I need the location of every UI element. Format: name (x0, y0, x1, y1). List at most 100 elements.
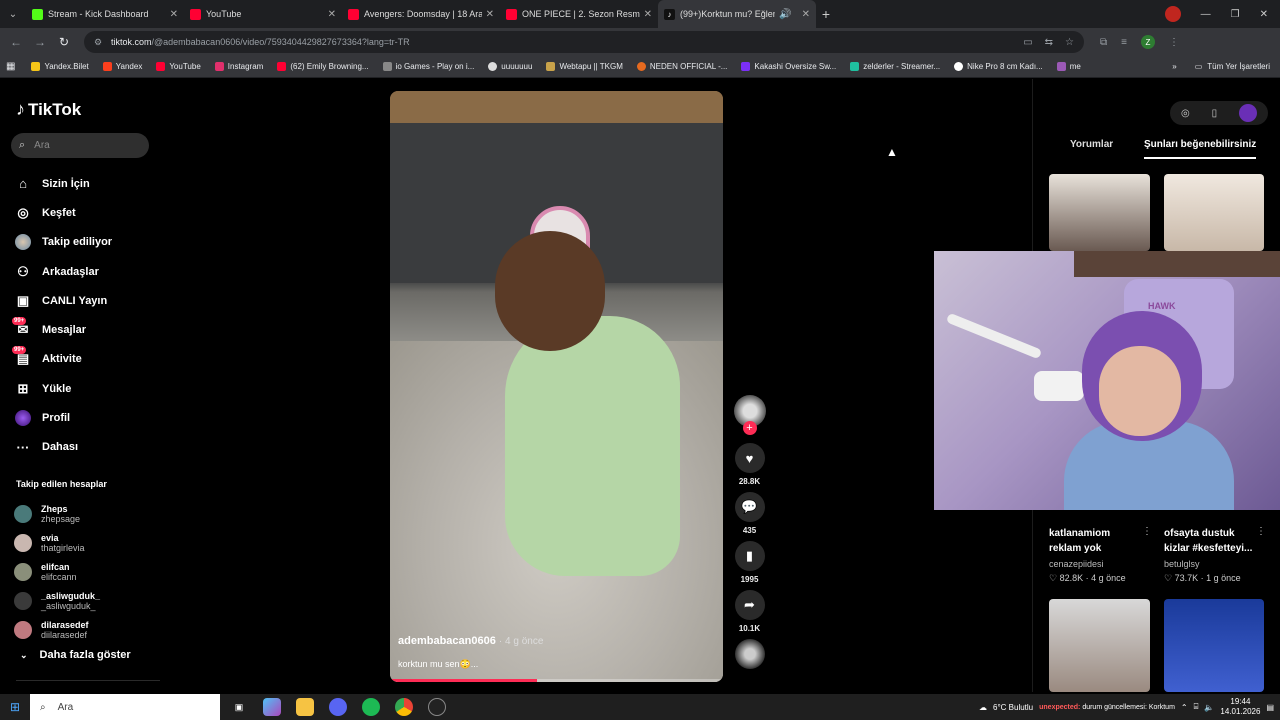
taskbar-clock[interactable]: 19:44 14.01.2026 (1220, 697, 1260, 717)
bookmark-me[interactable]: me (1056, 62, 1081, 71)
suggested-video-user[interactable]: betulglsy (1164, 559, 1200, 569)
weather-text[interactable]: 6°C Bulutlu (993, 703, 1033, 712)
compass-small-icon[interactable]: ◎ (1181, 108, 1190, 119)
extensions-puzzle-icon[interactable]: ⧉ (1100, 37, 1107, 48)
following-account[interactable]: evia thatgirlevia (14, 528, 164, 557)
close-tab-icon[interactable]: ✕ (644, 9, 652, 20)
tab-tiktok-active[interactable]: ♪ (99+)Korktun mu? Eğlence 🔊 ✕ (658, 0, 816, 28)
minimize-icon[interactable]: — (1201, 9, 1211, 20)
apps-grid-icon[interactable]: ▦ (6, 61, 15, 72)
suggested-video-thumbnail[interactable] (1049, 174, 1150, 251)
bookmark-star-icon[interactable]: ☆ (1065, 37, 1074, 48)
suggested-video-thumbnail[interactable] (1164, 599, 1264, 692)
copilot-icon[interactable] (263, 698, 281, 716)
close-tab-icon[interactable]: ✕ (486, 9, 494, 20)
tab-sunlari-begenebilirsiniz[interactable]: Şunları beğenebilirsiniz (1144, 136, 1257, 159)
sidebar-item-aktivite[interactable]: ▤ 99+ Aktivite (12, 345, 164, 374)
media-controls-icon[interactable]: ≡ (1121, 37, 1127, 48)
obs-icon[interactable] (428, 698, 446, 716)
close-tab-icon[interactable]: ✕ (170, 9, 178, 20)
volume-icon[interactable]: 🔈 (1204, 703, 1214, 712)
suggested-video-thumbnail[interactable] (1049, 599, 1150, 692)
site-info-icon[interactable]: ⚙ (94, 37, 104, 47)
file-explorer-icon[interactable] (296, 698, 314, 716)
bookmark-zelderler[interactable]: zelderler - Streamer... (850, 62, 940, 71)
windows-start-icon[interactable]: ⊞ (0, 700, 30, 714)
bookmarks-overflow-icon[interactable]: » (1172, 62, 1176, 71)
sidebar-item-dahasi[interactable]: ··· Dahası (14, 433, 164, 462)
comment-button[interactable]: 💬 435 (733, 492, 766, 535)
close-window-icon[interactable]: ✕ (1260, 9, 1268, 20)
search-input[interactable]: ⌕ Ara (11, 133, 149, 158)
task-view-icon[interactable]: ▣ (230, 698, 248, 716)
sidebar-item-arkadaslar[interactable]: ⚇ Arkadaşlar (14, 257, 164, 286)
translate-icon[interactable]: ⇆ (1045, 37, 1053, 48)
extension-logo-icon[interactable] (1164, 6, 1181, 22)
sidebar-item-takip-ediliyor[interactable]: Takip ediliyor (14, 228, 164, 257)
video-player[interactable]: adembabacan0606 · 4 g önce korktun mu se… (390, 91, 723, 682)
weather-icon[interactable]: ☁ (979, 703, 987, 712)
bookmark-neden-official[interactable]: NEDEN OFFICIAL -... (636, 62, 727, 71)
bookmark-kakashi[interactable]: Kakashi Oversize Sw... (741, 62, 836, 71)
profile-avatar[interactable]: Z (1140, 35, 1155, 49)
bookmark-emily-browning[interactable]: (62) Emily Browning... (277, 62, 369, 71)
phone-icon[interactable]: ▯ (1212, 108, 1218, 119)
taskbar-search-input[interactable]: ⌕ Ara (30, 694, 220, 720)
more-options-icon[interactable]: ⋮ (1142, 526, 1152, 537)
notifications-icon[interactable]: ▤ (1266, 703, 1274, 712)
video-author[interactable]: adembabacan0606 · 4 g önce (398, 635, 543, 647)
tab-avengers[interactable]: Avengers: Doomsday | 18 Aralık ✕ (342, 0, 500, 28)
sidebar-item-canli-yayin[interactable]: ▣ CANLI Yayın (14, 286, 164, 315)
bookmark-yandex[interactable]: Yandex (102, 62, 142, 71)
news-ticker[interactable]: unexpected: durum güncellemesi: Korktum (1039, 704, 1175, 711)
forward-arrow-icon[interactable]: → (28, 35, 52, 49)
video-progress-bar[interactable] (390, 679, 723, 682)
tab-kick-dashboard[interactable]: Stream - Kick Dashboard ✕ (26, 0, 184, 28)
network-icon[interactable]: ⌸ (1194, 702, 1199, 712)
close-tab-icon[interactable]: ✕ (328, 9, 336, 20)
share-button[interactable]: ➦ 10.1K (733, 590, 766, 633)
tab-youtube[interactable]: YouTube ✕ (184, 0, 342, 28)
bookmark-instagram[interactable]: Instagram (214, 62, 263, 71)
restore-icon[interactable]: ❐ (1231, 9, 1240, 20)
reload-icon[interactable]: ↻ (52, 35, 76, 49)
show-more-button[interactable]: ⌄ Daha fazla göster (20, 649, 131, 661)
all-bookmarks-folder[interactable]: ▭ Tüm Yer İşaretleri (1195, 62, 1270, 71)
suggested-video-title[interactable]: katlanamiom reklam yok (1049, 526, 1154, 556)
chrome-icon[interactable] (395, 698, 413, 716)
following-account[interactable]: _asliwguduk_ _asliwguduk_ (14, 586, 164, 615)
sound-disc-button[interactable] (733, 639, 766, 669)
url-omnibox[interactable]: ⚙ tiktok.com/@adembabacan0606/video/7593… (84, 31, 1084, 53)
cast-icon[interactable]: ▭ (1023, 37, 1032, 48)
spotify-icon[interactable] (362, 698, 380, 716)
user-avatar[interactable] (1239, 104, 1258, 122)
tab-yorumlar[interactable]: Yorumlar (1070, 136, 1144, 159)
following-account[interactable]: dilarasedef diilarasedef (14, 615, 164, 644)
tiktok-logo[interactable]: ♪ TikTok (16, 99, 81, 120)
speaker-icon[interactable]: 🔊 (779, 9, 791, 20)
tab-one-piece[interactable]: ONE PIECE | 2. Sezon Resmi Tan ✕ (500, 0, 658, 28)
tab-search-chevron-icon[interactable]: ⌄ (0, 0, 26, 28)
more-options-icon[interactable]: ⋮ (1256, 526, 1266, 537)
sidebar-item-yukle[interactable]: ⊞ Yükle (14, 374, 164, 403)
suggested-video-thumbnail[interactable] (1164, 174, 1264, 251)
sidebar-item-kesfet[interactable]: ◎ Keşfet (14, 198, 164, 227)
sidebar-item-mesajlar[interactable]: ✉ 99+ Mesajlar (12, 315, 164, 344)
back-arrow-icon[interactable]: ← (4, 35, 28, 49)
bookmark-yandex-bilet[interactable]: Yandex.Bilet (31, 62, 89, 71)
video-caption[interactable]: korktun mu sen😳... (398, 659, 478, 670)
bookmark-nike-pro[interactable]: Nike Pro 8 cm Kadı... (954, 62, 1043, 71)
suggested-video-user[interactable]: cenazepiidesi (1049, 559, 1104, 569)
bookmark-uuuuuuu[interactable]: uuuuuuu (488, 62, 532, 71)
bookmark-io-games[interactable]: io Games - Play on i... (382, 62, 474, 71)
following-account[interactable]: elifcan elifccann (14, 557, 164, 586)
sidebar-item-sizin-icin[interactable]: ⌂ Sizin İçin (14, 169, 164, 198)
close-tab-icon[interactable]: ✕ (802, 9, 810, 20)
new-tab-button[interactable]: + (816, 6, 836, 22)
sidebar-item-profil[interactable]: Profil (14, 403, 164, 432)
following-account[interactable]: Zheps zhepsage (14, 499, 164, 528)
browser-menu-icon[interactable]: ⋮ (1169, 37, 1179, 48)
follow-plus-icon[interactable]: + (742, 421, 757, 435)
save-button[interactable]: ▮ 1995 (733, 541, 766, 584)
creator-avatar[interactable]: + (733, 395, 766, 435)
